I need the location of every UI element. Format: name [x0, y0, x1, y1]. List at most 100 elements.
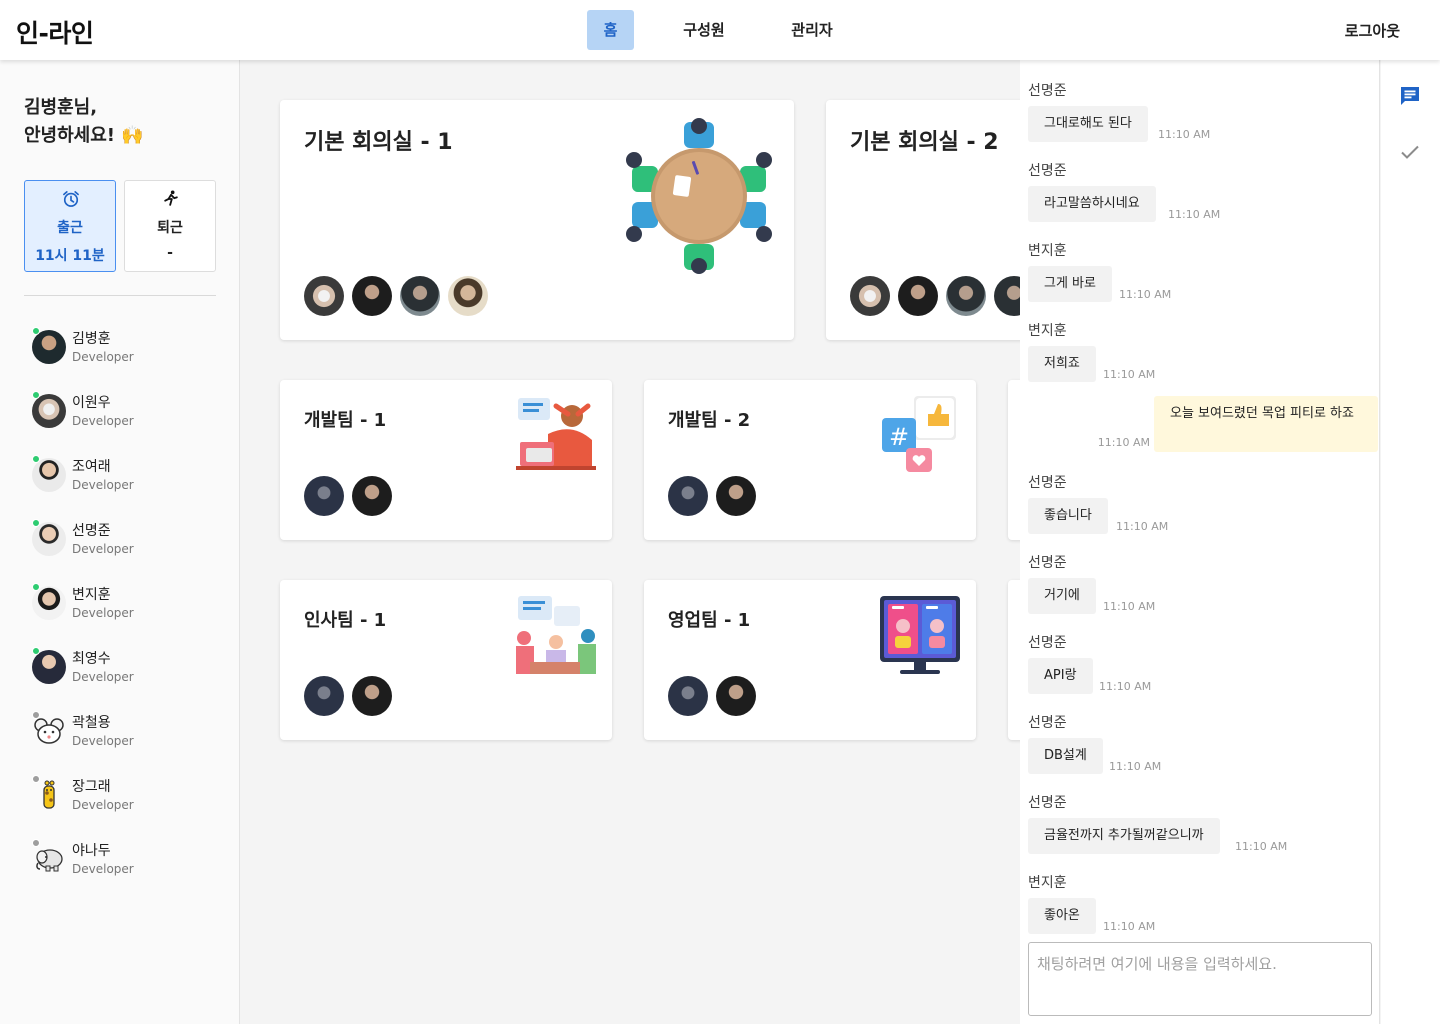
message-bubble: 금율전까지 추가될꺼같으니까 [1028, 818, 1220, 854]
participant-avatar [668, 676, 708, 716]
room-card[interactable] [1008, 580, 1020, 740]
member-role: Developer [72, 542, 134, 556]
member-item[interactable]: 김병훈 Developer [32, 324, 222, 388]
online-status-dot [32, 647, 40, 655]
chat-input[interactable] [1028, 942, 1372, 1016]
message-sender: 선명준 [1028, 163, 1067, 179]
member-item[interactable]: 이원우 Developer [32, 388, 222, 452]
member-name: 김병훈 [72, 331, 111, 347]
member-item[interactable]: 야나두 Developer [32, 836, 222, 900]
avatar [32, 330, 66, 364]
message-sender: 선명준 [1028, 715, 1067, 731]
room-title: 개발팀 - 1 [304, 410, 387, 431]
chat-icon[interactable] [1398, 84, 1422, 108]
message-sender: 선명준 [1028, 555, 1067, 571]
room-title: 영업팀 - 1 [668, 610, 751, 631]
message-bubble: 좋아온 [1028, 898, 1096, 934]
chat-message: 변지훈 그게 바로 11:10 AM [1028, 240, 1378, 320]
giraffe-avatar-icon [32, 778, 66, 812]
message-sender: 변지훈 [1028, 243, 1067, 259]
member-role: Developer [72, 798, 134, 812]
message-time: 11:10 AM [1109, 760, 1162, 773]
participant-avatar [304, 676, 344, 716]
participant-avatar [352, 676, 392, 716]
avatar [32, 394, 66, 428]
alarm-clock-icon [63, 191, 79, 207]
member-item[interactable]: 장그래 Developer [32, 772, 222, 836]
room-participants [304, 276, 496, 316]
member-item[interactable]: 변지훈 Developer [32, 580, 222, 644]
room-title: 기본 회의실 - 2 [850, 130, 999, 155]
message-time: 11:10 AM [1235, 840, 1288, 853]
member-item[interactable]: 최영수 Developer [32, 644, 222, 708]
chat-message: 변지훈 저희죠 11:10 AM [1028, 320, 1378, 400]
participant-avatar [716, 676, 756, 716]
member-name: 장그래 [72, 779, 111, 795]
check-icon[interactable] [1398, 140, 1422, 164]
app-logo[interactable]: 인-라인 [16, 14, 94, 50]
room-card[interactable]: 기본 회의실 - 2 [826, 100, 1020, 340]
participant-avatar [448, 276, 488, 316]
chat-message: 변지훈 좋아온 11:10 AM [1028, 872, 1378, 952]
member-name: 조여래 [72, 459, 111, 475]
nav-admin[interactable]: 관리자 [789, 10, 835, 50]
message-time: 11:10 AM [1103, 920, 1156, 933]
message-time: 11:10 AM [1097, 436, 1150, 449]
nav-members[interactable]: 구성원 [681, 10, 727, 50]
room-card[interactable] [1008, 380, 1020, 540]
room-participants [668, 676, 764, 716]
message-bubble: 거기에 [1028, 578, 1096, 614]
developer-illustration [516, 398, 596, 470]
member-item[interactable]: 조여래 Developer [32, 452, 222, 516]
member-item[interactable]: 선명준 Developer [32, 516, 222, 580]
chat-message: 선명준 API랑 11:10 AM [1028, 632, 1378, 712]
room-grid: 기본 회의실 - 1 기본 회의실 - 2 개발팀 - 1 개발팀 - 2 # … [240, 60, 1020, 1024]
avatar [32, 586, 66, 620]
meeting-table-illustration [626, 118, 772, 274]
participant-avatar [400, 276, 440, 316]
online-status-dot [32, 519, 40, 527]
elephant-avatar-icon [32, 842, 66, 876]
message-time: 11:10 AM [1158, 128, 1211, 141]
room-card[interactable]: 영업팀 - 1 [644, 580, 976, 740]
member-role: Developer [72, 606, 134, 620]
message-bubble: 그대로해도 된다 [1028, 106, 1148, 142]
avatar [32, 522, 66, 556]
greeting: 김병훈님, 안녕하세요! 🙌 [24, 94, 144, 150]
member-name: 곽철용 [72, 715, 111, 731]
avatar [32, 650, 66, 684]
message-bubble: 저희죠 [1028, 346, 1096, 382]
chat-message: 선명준 그대로해도 된다 11:10 AM [1028, 80, 1378, 160]
offline-status-dot [32, 839, 40, 847]
logout-button[interactable]: 로그아웃 [1345, 20, 1400, 41]
avatar [32, 458, 66, 492]
chat-message-mine: 오늘 보여드렸던 목업 피티로 하죠 11:10 AM [1028, 396, 1378, 476]
message-sender: 변지훈 [1028, 875, 1067, 891]
message-time: 11:10 AM [1103, 600, 1156, 613]
message-time: 11:10 AM [1103, 368, 1156, 381]
message-bubble: 그게 바로 [1028, 266, 1112, 302]
main-nav: 홈 구성원 관리자 [587, 10, 835, 50]
room-card[interactable]: 기본 회의실 - 1 [280, 100, 794, 340]
room-participants [668, 476, 764, 516]
room-title: 인사팀 - 1 [304, 610, 387, 631]
member-name: 최영수 [72, 651, 111, 667]
message-time: 11:10 AM [1116, 520, 1169, 533]
chat-message: 선명준 거기에 11:10 AM [1028, 552, 1378, 632]
check-out-button[interactable]: 퇴근 - [124, 180, 216, 272]
room-card[interactable]: 개발팀 - 1 [280, 380, 612, 540]
check-out-time: - [167, 245, 173, 261]
member-list: 김병훈 Developer 이원우 Developer 조여래 Develope… [32, 324, 222, 900]
chat-message: 선명준 라고말씀하시네요 11:10 AM [1028, 160, 1378, 240]
room-card[interactable]: 인사팀 - 1 [280, 580, 612, 740]
nav-home[interactable]: 홈 [587, 10, 634, 50]
check-in-button[interactable]: 출근 11시 11분 [24, 180, 116, 272]
participant-avatar [668, 476, 708, 516]
room-participants [304, 676, 400, 716]
message-bubble: 라고말씀하시네요 [1028, 186, 1156, 222]
chat-message: 선명준 금율전까지 추가될꺼같으니까 11:10 AM [1028, 792, 1378, 872]
participant-avatar [994, 276, 1020, 316]
room-card[interactable]: 개발팀 - 2 # [644, 380, 976, 540]
member-item[interactable]: 곽철용 Developer [32, 708, 222, 772]
participant-avatar [304, 276, 344, 316]
